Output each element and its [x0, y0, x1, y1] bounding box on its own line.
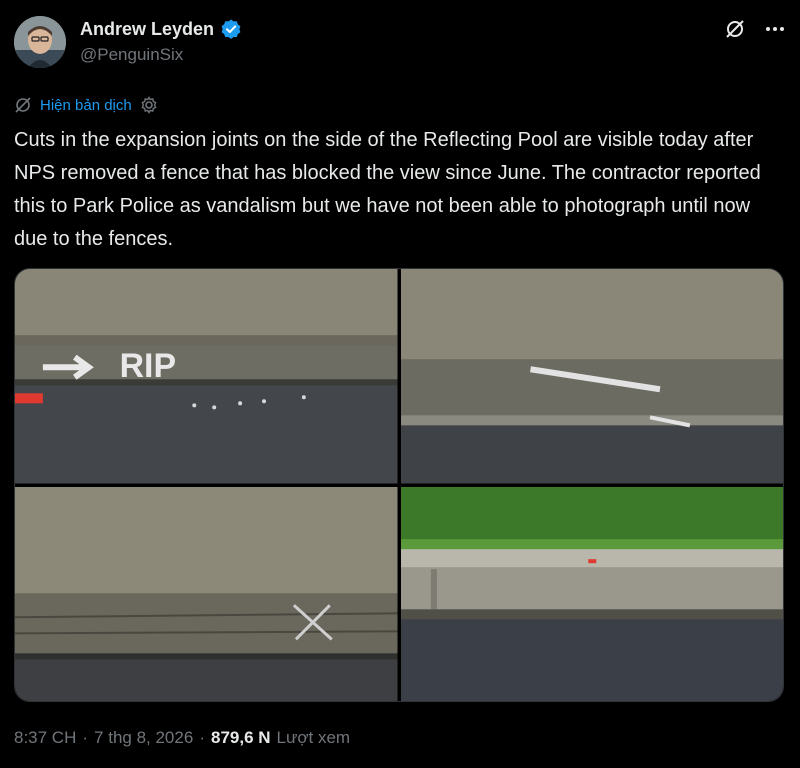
tweet-time[interactable]: 8:37 CH [14, 728, 76, 748]
photo-grass-curb[interactable] [400, 486, 783, 701]
media-grid: RIP [14, 268, 784, 702]
translate-slash-icon [14, 96, 32, 114]
tweet-header: Andrew Leyden @PenguinSix [14, 14, 786, 72]
grok-slash-icon[interactable] [724, 18, 746, 45]
gear-icon[interactable] [140, 96, 158, 114]
views-label: Lượt xem [276, 728, 351, 747]
tweet-text: Cuts in the expansion joints on the side… [14, 129, 761, 250]
show-translation-link[interactable]: Hiện bản dịch [40, 97, 132, 114]
tweet-footer: 8:37 CH · 7 thg 8, 2026 · 879,6 N Lượt x… [14, 728, 350, 748]
views-count: 879,6 N [210, 728, 271, 747]
user-handle[interactable]: @PenguinSix [80, 45, 242, 65]
photo-arrow-marking[interactable] [400, 269, 783, 484]
display-name[interactable]: Andrew Leyden [80, 19, 214, 40]
more-dots-icon[interactable] [764, 18, 786, 45]
header-actions [724, 18, 786, 45]
svg-text:RIP: RIP [120, 347, 176, 385]
tweet-date[interactable]: 7 thg 8, 2026 [94, 728, 193, 748]
photo-x-marking[interactable] [15, 486, 398, 701]
verified-badge-icon[interactable] [220, 18, 242, 40]
translate-row: Hiện bản dịch [14, 96, 158, 114]
separator: · [82, 728, 89, 747]
separator: · [199, 728, 205, 747]
author-names: Andrew Leyden @PenguinSix [80, 18, 242, 65]
avatar[interactable] [14, 16, 66, 68]
photo-rip-marking[interactable]: RIP [15, 269, 398, 484]
